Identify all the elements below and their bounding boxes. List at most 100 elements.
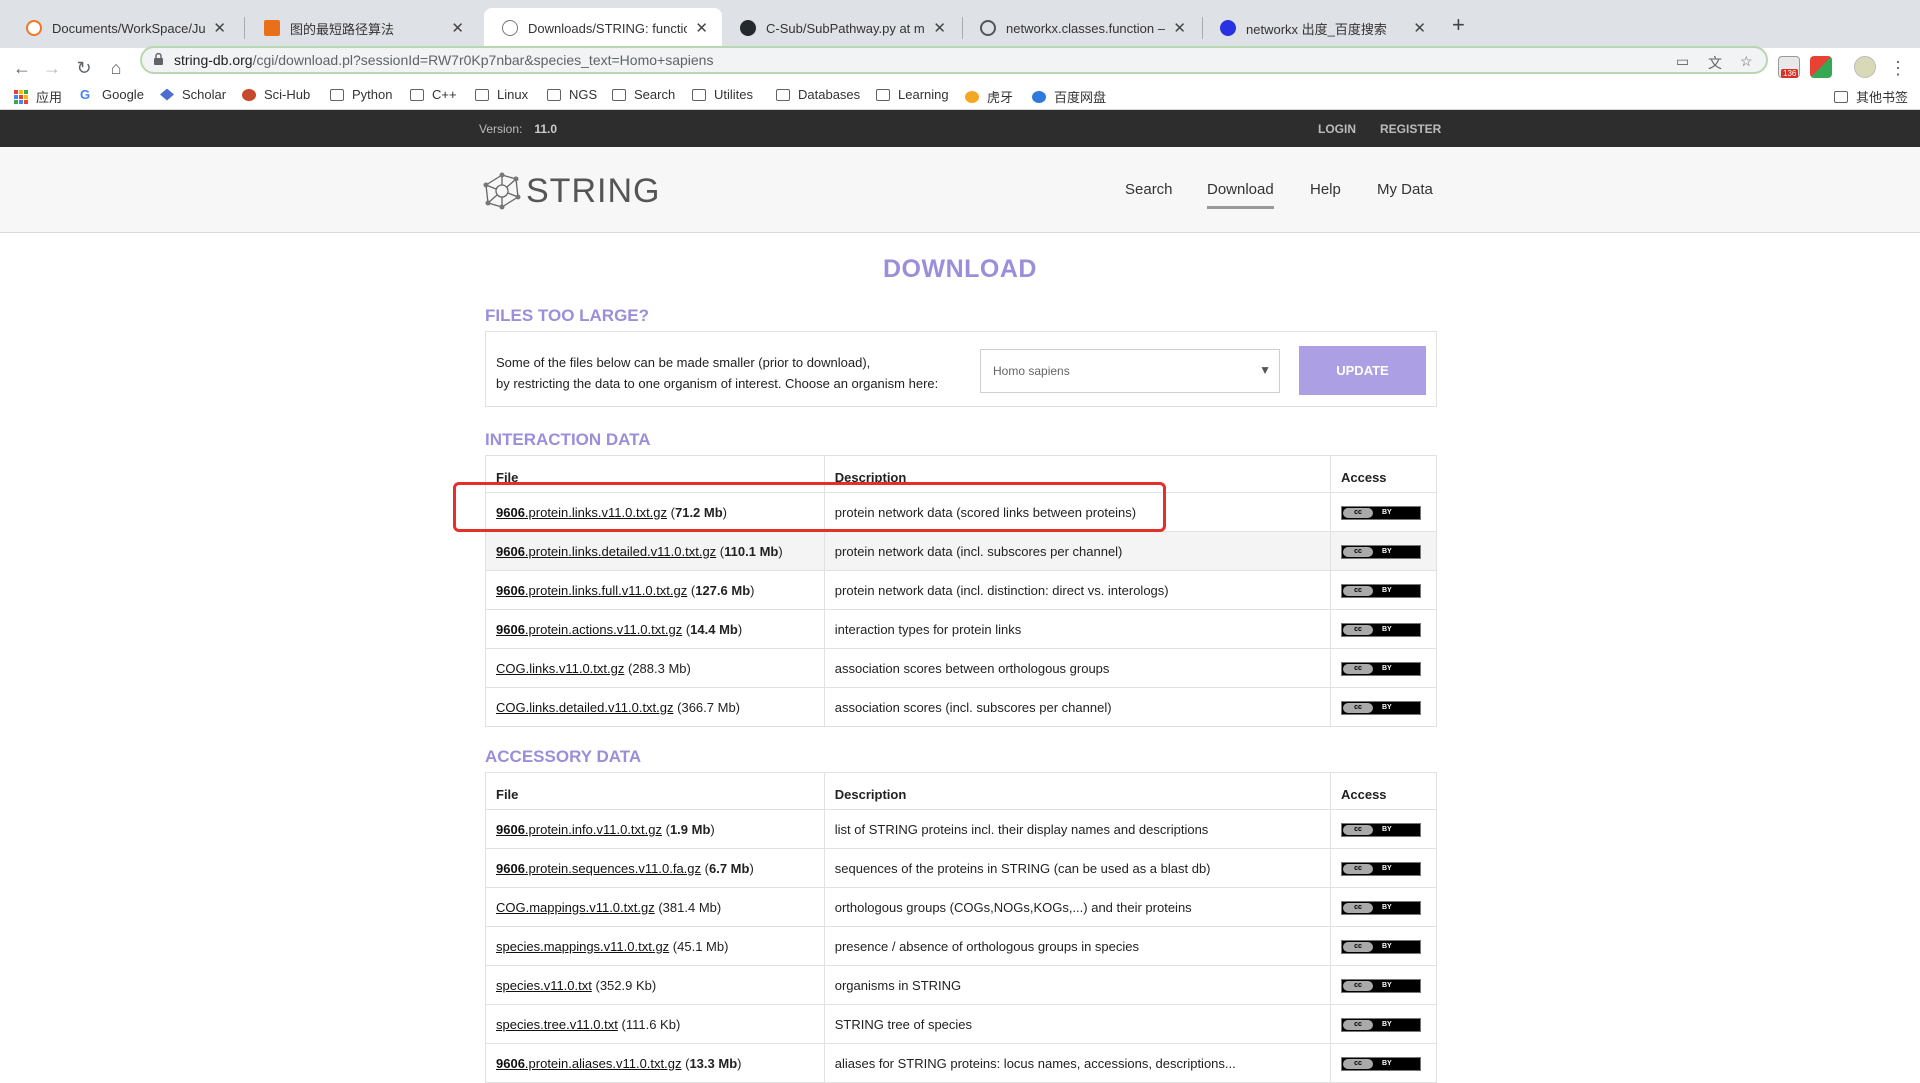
bookmark-folder-linux[interactable]: Linux: [475, 87, 528, 102]
cc-by-license-icon[interactable]: cc BY: [1341, 939, 1421, 954]
file-cell: 9606.protein.sequences.v11.0.fa.gz (6.7 …: [485, 848, 825, 888]
organism-select[interactable]: Homo sapiens ▼: [980, 349, 1280, 393]
tab-close-icon[interactable]: ✕: [213, 19, 226, 37]
cc-by-license-icon[interactable]: cc BY: [1340, 661, 1421, 676]
file-description: association scores (incl. subscores per …: [823, 687, 1331, 727]
cc-badge-left: cc: [1343, 1058, 1373, 1069]
back-icon[interactable]: ←: [10, 56, 34, 80]
string-logo[interactable]: STRING: [482, 171, 660, 211]
cc-by-license-icon[interactable]: cc BY: [1340, 583, 1421, 598]
cc-by-license-icon[interactable]: cc BY: [1341, 900, 1421, 915]
filter-text-line: by restricting the data to one organism …: [496, 376, 939, 391]
translate-icon[interactable]: 文: [1708, 53, 1722, 73]
bookmark-star-icon[interactable]: ☆: [1740, 53, 1753, 70]
file-download-link[interactable]: 9606.protein.sequences.v11.0.fa.gz: [496, 861, 701, 876]
file-cell: 9606.protein.links.full.v11.0.txt.gz (12…: [485, 570, 825, 610]
cc-badge-left: cc: [1342, 546, 1373, 557]
organism-prefix: 9606: [496, 582, 525, 598]
nav-my-data[interactable]: My Data: [1377, 181, 1433, 198]
browser-menu-icon[interactable]: ⋮: [1886, 56, 1910, 80]
jupyter-favicon-icon: [26, 20, 42, 36]
file-download-link[interactable]: 9606.protein.links.full.v11.0.txt.gz: [496, 583, 687, 598]
cc-by-license-icon[interactable]: cc BY: [1340, 622, 1421, 637]
cc-by-license-icon[interactable]: cc BY: [1340, 544, 1421, 559]
organism-prefix: 9606: [496, 1055, 525, 1071]
file-download-link[interactable]: 9606.protein.links.detailed.v11.0.txt.gz: [496, 544, 716, 559]
file-download-link[interactable]: species.tree.v11.0.txt: [496, 1017, 618, 1032]
reload-icon[interactable]: ↻: [72, 56, 96, 80]
bookmark-baidupan[interactable]: 百度网盘: [1032, 87, 1106, 106]
bookmark-label: Databases: [798, 87, 861, 102]
nav-search[interactable]: Search: [1125, 181, 1173, 198]
access-cell: cc BY: [1330, 809, 1437, 849]
tab-close-icon[interactable]: ✕: [1413, 19, 1426, 37]
browser-tab[interactable]: 图的最短路径算法 ✕: [246, 8, 478, 48]
bookmark-google[interactable]: G Google: [80, 87, 144, 102]
tab-close-icon[interactable]: ✕: [933, 19, 946, 37]
file-size: (13.3 Mb): [681, 1055, 742, 1071]
file-name: .protein.actions.v11.0.txt.gz: [524, 621, 683, 637]
login-link[interactable]: LOGIN: [1318, 122, 1356, 136]
cast-icon[interactable]: ▭: [1676, 53, 1689, 70]
browser-tab[interactable]: Documents/WorkSpace/Jupyte ✕: [8, 8, 240, 48]
cc-badge-left: cc: [1343, 941, 1373, 952]
bookmark-folder-utilites[interactable]: Utilites: [692, 87, 753, 102]
bookmark-label: NGS: [569, 87, 598, 102]
cc-by-license-icon[interactable]: cc BY: [1340, 505, 1421, 520]
address-bar[interactable]: string-db.org/cgi/download.pl?sessionId=…: [140, 46, 1768, 74]
home-icon[interactable]: ⌂: [104, 56, 128, 80]
register-link[interactable]: REGISTER: [1380, 122, 1441, 136]
profile-avatar-icon[interactable]: [1854, 56, 1876, 78]
browser-tab[interactable]: C-Sub/SubPathway.py at mast ✕: [722, 8, 960, 48]
cc-by-license-icon[interactable]: cc BY: [1341, 861, 1421, 876]
cc-by-license-icon[interactable]: cc BY: [1341, 1017, 1421, 1032]
file-download-link[interactable]: species.v11.0.txt: [496, 978, 592, 993]
nav-help[interactable]: Help: [1310, 181, 1341, 198]
browser-tab-active[interactable]: Downloads/STRING: functional ✕: [484, 8, 722, 48]
bookmark-folder-python[interactable]: Python: [330, 87, 392, 102]
cc-by-license-icon[interactable]: cc BY: [1341, 822, 1421, 837]
bookmark-folder-ngs[interactable]: NGS: [547, 87, 597, 102]
bookmark-scihub[interactable]: Sci-Hub: [242, 87, 310, 102]
forward-icon[interactable]: →: [40, 56, 64, 80]
tab-close-icon[interactable]: ✕: [695, 19, 708, 37]
file-size: (14.4 Mb): [682, 621, 743, 637]
bookmark-other-folder[interactable]: 其他书签: [1834, 87, 1908, 106]
accessory-data-heading: ACCESSORY DATA: [485, 747, 642, 766]
file-download-link[interactable]: species.mappings.v11.0.txt.gz: [496, 939, 669, 954]
new-tab-icon[interactable]: +: [1452, 12, 1465, 38]
update-button[interactable]: UPDATE: [1299, 346, 1426, 395]
file-description: protein network data (incl. subscores pe…: [823, 531, 1331, 571]
bookmark-scholar[interactable]: Scholar: [160, 87, 226, 102]
mail-badge: 136: [1781, 69, 1799, 78]
file-description: aliases for STRING proteins: locus names…: [823, 1043, 1332, 1083]
file-download-link[interactable]: COG.links.v11.0.txt.gz: [496, 661, 624, 676]
browser-tab[interactable]: networkx.classes.function — N ✕: [962, 8, 1200, 48]
bookmark-apps[interactable]: 应用: [14, 87, 62, 106]
extension-icon[interactable]: [1810, 56, 1832, 78]
file-download-link[interactable]: 9606.protein.actions.v11.0.txt.gz: [496, 622, 682, 637]
bookmark-folder-cpp[interactable]: C++: [410, 87, 457, 102]
cc-by-license-icon[interactable]: cc BY: [1341, 978, 1421, 993]
files-too-large-heading: FILES TOO LARGE?: [485, 306, 650, 325]
bookmark-folder-learning[interactable]: Learning: [876, 87, 949, 102]
file-download-link[interactable]: COG.mappings.v11.0.txt.gz: [496, 900, 655, 915]
bookmark-huya[interactable]: 虎牙: [965, 87, 1013, 106]
tab-close-icon[interactable]: ✕: [1173, 19, 1186, 37]
file-download-link[interactable]: COG.links.detailed.v11.0.txt.gz: [496, 700, 674, 715]
mail-extension-icon[interactable]: 136: [1778, 56, 1800, 78]
tab-close-icon[interactable]: ✕: [451, 19, 464, 37]
book-favicon-icon: [264, 20, 280, 36]
cc-badge-left: cc: [1342, 585, 1373, 596]
bookmark-folder-databases[interactable]: Databases: [776, 87, 860, 102]
file-download-link[interactable]: 9606.protein.aliases.v11.0.txt.gz: [496, 1056, 682, 1071]
bookmark-folder-search[interactable]: Search: [612, 87, 675, 102]
browser-tab[interactable]: networkx 出度_百度搜索 ✕: [1202, 8, 1440, 48]
file-download-link[interactable]: 9606.protein.info.v11.0.txt.gz: [496, 822, 662, 837]
organism-prefix: 9606: [496, 621, 525, 637]
cc-by-license-icon[interactable]: cc BY: [1341, 1056, 1421, 1071]
file-size: (1.9 Mb): [661, 821, 715, 837]
file-size-value: 288.3 Mb: [632, 660, 687, 676]
cc-by-license-icon[interactable]: cc BY: [1340, 700, 1421, 715]
nav-download[interactable]: Download: [1207, 181, 1274, 209]
